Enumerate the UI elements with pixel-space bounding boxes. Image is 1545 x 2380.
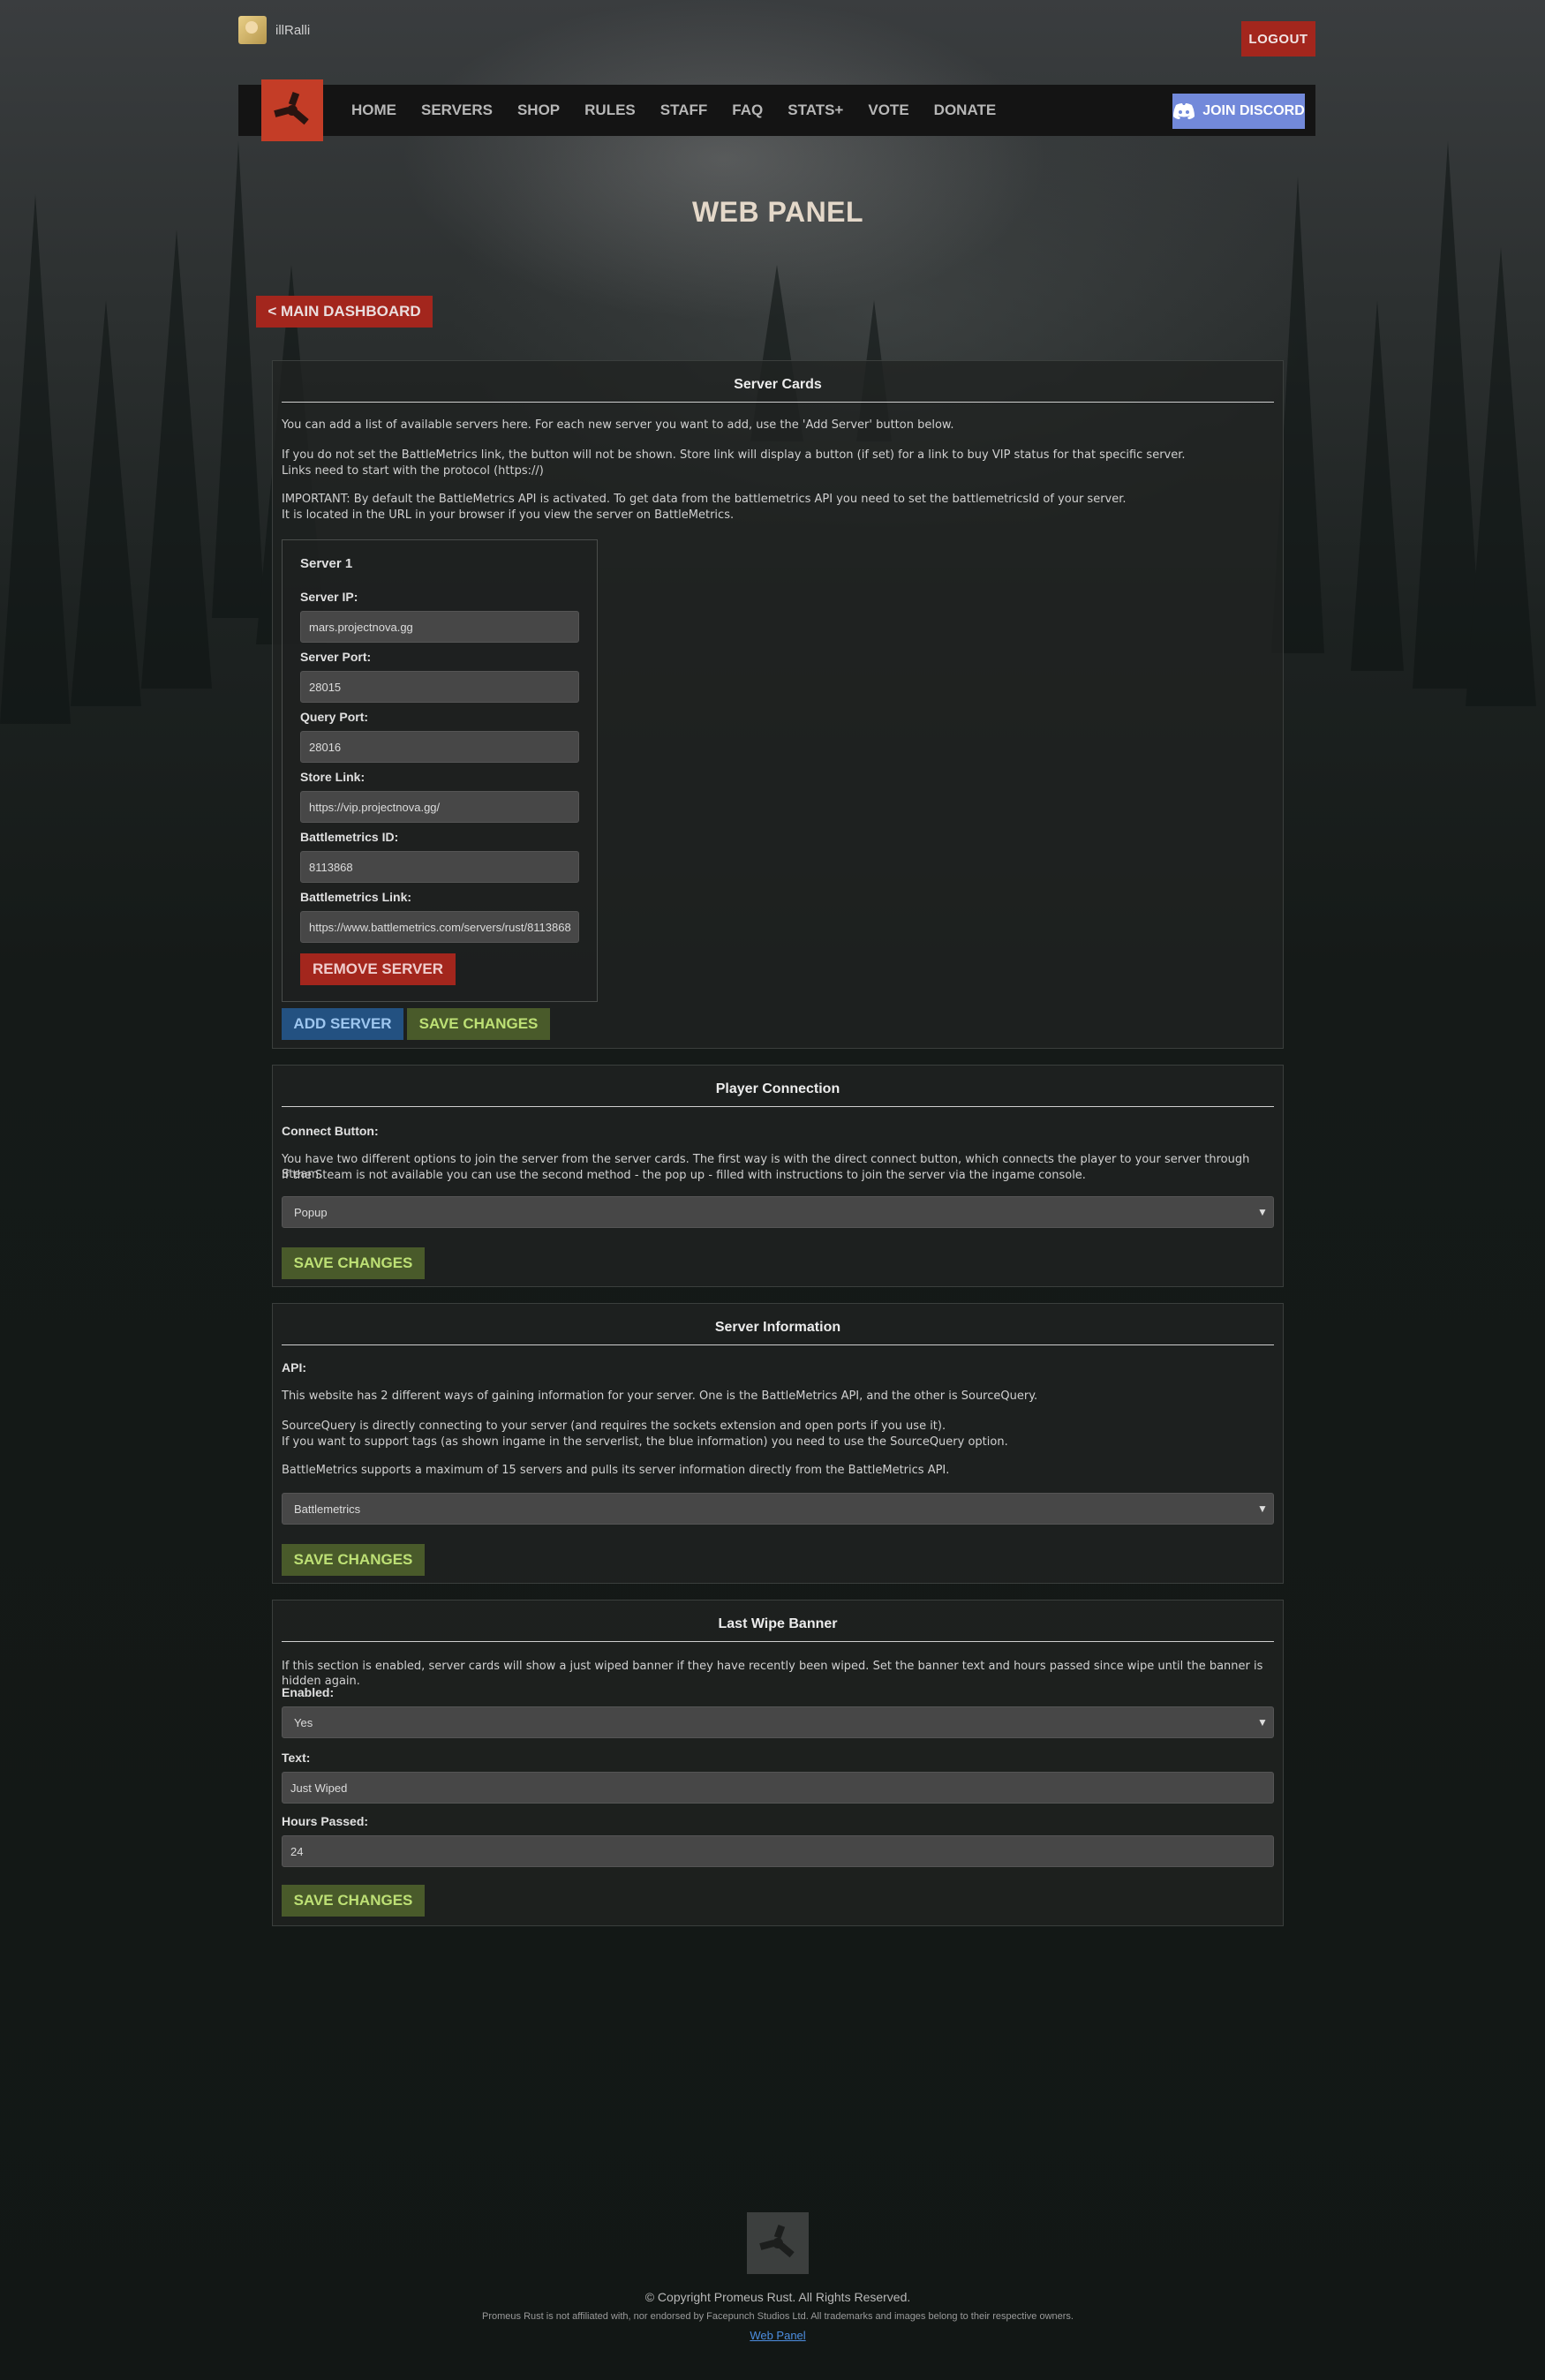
join-discord-label: JOIN DISCORD [1202, 103, 1305, 118]
api-intro: This website has 2 different ways of gai… [282, 1390, 1038, 1403]
api-label: API: [282, 1360, 306, 1375]
api-source-select[interactable]: Battlemetrics ▼ [282, 1493, 1274, 1525]
server-cards-important-note: IMPORTANT: By default the BattleMetrics … [282, 493, 1127, 506]
nav-stats[interactable]: STATS+ [788, 102, 843, 119]
sourcequery-desc: SourceQuery is directly connecting to yo… [282, 1420, 946, 1433]
server-ip-label: Server IP: [300, 590, 358, 604]
footer-disclaimer: Promeus Rust is not affiliated with, nor… [482, 2311, 1074, 2322]
user-bar: illRalli [238, 16, 310, 44]
server-ip-input[interactable]: mars.projectnova.gg [300, 611, 579, 643]
rust-logo-icon [759, 2225, 795, 2258]
server-card: Server 1 Server IP: mars.projectnova.gg … [282, 539, 598, 1002]
footer-logo [747, 2212, 809, 2274]
store-link-input[interactable]: https://vip.projectnova.gg/ [300, 791, 579, 823]
battlemetrics-id-input[interactable]: 8113868 [300, 851, 579, 883]
nav-faq[interactable]: FAQ [732, 102, 763, 119]
query-port-input[interactable]: 28016 [300, 731, 579, 763]
chevron-down-icon: ▼ [1257, 1503, 1268, 1515]
footer-web-panel-link[interactable]: Web Panel [0, 2329, 1545, 2342]
connect-method-select[interactable]: Popup ▼ [282, 1196, 1274, 1228]
nav-donate[interactable]: DONATE [934, 102, 997, 119]
wipe-banner-enabled-select[interactable]: Yes ▼ [282, 1706, 1274, 1738]
logo[interactable] [261, 79, 323, 141]
page-title: WEB PANEL [691, 196, 864, 228]
server-cards-links-note: If you do not set the BattleMetrics link… [282, 448, 1186, 462]
server-port-label: Server Port: [300, 650, 372, 664]
nav-vote[interactable]: VOTE [868, 102, 908, 119]
wipe-banner-desc: If this section is enabled, server cards… [282, 1660, 1263, 1688]
hours-passed-input[interactable]: 24 [282, 1835, 1274, 1867]
nav-shop[interactable]: SHOP [517, 102, 560, 119]
logout-button[interactable]: LOGOUT [1241, 21, 1315, 56]
player-connection-panel: Player Connection Connect Button: You ha… [272, 1065, 1284, 1287]
nav-staff[interactable]: STAFF [660, 102, 708, 119]
wipe-banner-enabled-value: Yes [294, 1715, 313, 1729]
avatar[interactable] [238, 16, 267, 44]
connect-button-label: Connect Button: [282, 1124, 379, 1138]
chevron-down-icon: ▼ [1257, 1206, 1268, 1218]
main-dashboard-button[interactable]: < MAIN DASHBOARD [256, 296, 433, 328]
join-discord-button[interactable]: JOIN DISCORD [1172, 94, 1305, 129]
battlemetrics-id-label: Battlemetrics ID: [300, 830, 399, 844]
banner-text-input[interactable]: Just Wiped [282, 1772, 1274, 1804]
username: illRalli [275, 22, 311, 38]
last-wipe-banner-title: Last Wipe Banner [282, 1600, 1274, 1642]
server-information-panel: Server Information API: This website has… [272, 1303, 1284, 1584]
banner-text-label: Text: [282, 1751, 311, 1765]
tags-desc: If you want to support tags (as shown in… [282, 1435, 1008, 1449]
discord-icon [1173, 103, 1195, 119]
save-server-cards-button[interactable]: SAVE CHANGES [407, 1008, 550, 1040]
save-player-connection-button[interactable]: SAVE CHANGES [282, 1247, 425, 1279]
save-wipe-banner-button[interactable]: SAVE CHANGES [282, 1885, 425, 1917]
last-wipe-banner-panel: Last Wipe Banner If this section is enab… [272, 1600, 1284, 1926]
connect-method-value: Popup [294, 1205, 328, 1219]
server-heading: Server 1 [300, 556, 353, 571]
chevron-down-icon: ▼ [1257, 1716, 1268, 1729]
nav-home[interactable]: HOME [351, 102, 396, 119]
server-cards-title: Server Cards [282, 361, 1274, 403]
player-connection-title: Player Connection [282, 1066, 1274, 1107]
rust-logo-icon [274, 92, 309, 125]
store-link-label: Store Link: [300, 770, 366, 784]
remove-server-button[interactable]: REMOVE SERVER [300, 953, 456, 985]
main-nav: HOME SERVERS SHOP RULES STAFF FAQ STATS+… [238, 79, 1315, 141]
add-server-button[interactable]: ADD SERVER [282, 1008, 403, 1040]
hours-passed-label: Hours Passed: [282, 1814, 369, 1828]
nav-servers[interactable]: SERVERS [421, 102, 493, 119]
server-cards-location-note: It is located in the URL in your browser… [282, 508, 735, 522]
server-port-input[interactable]: 28015 [300, 671, 579, 703]
server-cards-panel: Server Cards You can add a list of avail… [272, 360, 1284, 1049]
server-cards-intro: You can add a list of available servers … [282, 418, 954, 432]
battlemetrics-link-label: Battlemetrics Link: [300, 890, 412, 904]
battlemetrics-link-input[interactable]: https://www.battlemetrics.com/servers/ru… [300, 911, 579, 943]
battlemetrics-desc: BattleMetrics supports a maximum of 15 s… [282, 1464, 950, 1477]
server-information-title: Server Information [282, 1304, 1274, 1345]
api-source-value: Battlemetrics [294, 1502, 361, 1516]
connect-fallback-desc: If the Steam is not available you can us… [282, 1169, 1086, 1182]
query-port-label: Query Port: [300, 710, 369, 724]
save-server-information-button[interactable]: SAVE CHANGES [282, 1544, 425, 1576]
server-cards-protocol-note: Links need to start with the protocol (h… [282, 464, 544, 478]
footer-copyright: © Copyright Promeus Rust. All Rights Res… [644, 2290, 911, 2304]
enabled-label: Enabled: [282, 1685, 335, 1699]
nav-rules[interactable]: RULES [584, 102, 636, 119]
nav-items: HOME SERVERS SHOP RULES STAFF FAQ STATS+… [351, 85, 1021, 136]
